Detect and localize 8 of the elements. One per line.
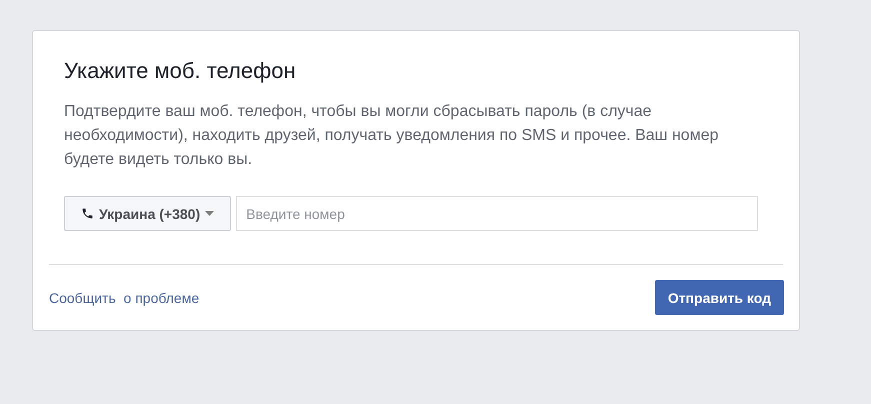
- phone-field[interactable]: Введите номер: [236, 196, 758, 231]
- caret-icon: [205, 211, 214, 216]
- country-select[interactable]: Украина (+380): [64, 196, 232, 231]
- phone-icon: [81, 207, 94, 220]
- dialog-description: Подтвердите ваш моб. телефон, чтобы вы могли сбрасывать пароль (в случае необходимости), находить друзей, получать уведомления по SMS и прочее. Ваш номер будете видеть только вы.: [64, 102, 720, 170]
- dialog-title: Укажите моб. телефон: [64, 57, 297, 85]
- report-problem-link[interactable]: Сообщить о проблеме: [49, 290, 200, 306]
- send-code-button[interactable]: Отправить код: [654, 280, 784, 315]
